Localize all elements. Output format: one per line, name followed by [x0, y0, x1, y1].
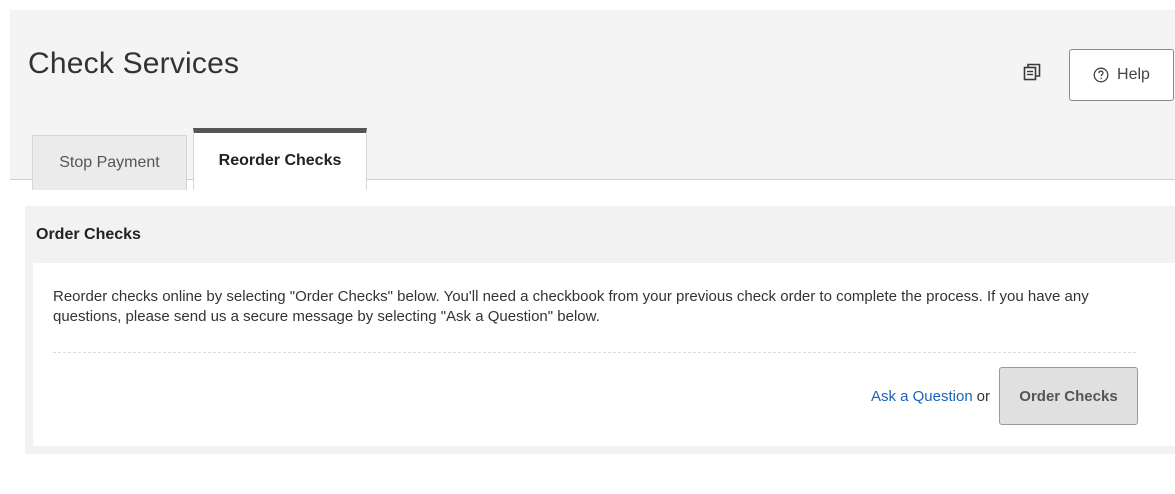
or-text: or — [976, 387, 990, 405]
print-icon[interactable] — [1023, 63, 1041, 81]
actions-row: Ask a Question or Order Checks — [871, 367, 1138, 425]
tab-stop-payment[interactable]: Stop Payment — [32, 135, 187, 190]
tab-reorder-checks[interactable]: Reorder Checks — [193, 128, 367, 190]
tab-label: Stop Payment — [59, 154, 160, 171]
panel-body: Reorder checks online by selecting "Orde… — [33, 263, 1175, 446]
help-button[interactable]: Help — [1069, 49, 1174, 101]
order-checks-button[interactable]: Order Checks — [999, 367, 1138, 425]
page-title: Check Services — [28, 47, 240, 80]
help-label: Help — [1117, 66, 1150, 83]
tab-label: Reorder Checks — [218, 151, 342, 169]
divider — [53, 352, 1136, 353]
panel-title: Order Checks — [36, 226, 141, 243]
page-header: Check Services Help Stop Payment Reorder… — [10, 10, 1175, 190]
order-checks-panel: Order Checks Reorder checks online by se… — [25, 206, 1175, 454]
question-circle-icon — [1093, 67, 1109, 83]
description-text: Reorder checks online by selecting "Orde… — [53, 288, 1089, 325]
ask-a-question-link[interactable]: Ask a Question — [871, 388, 973, 405]
